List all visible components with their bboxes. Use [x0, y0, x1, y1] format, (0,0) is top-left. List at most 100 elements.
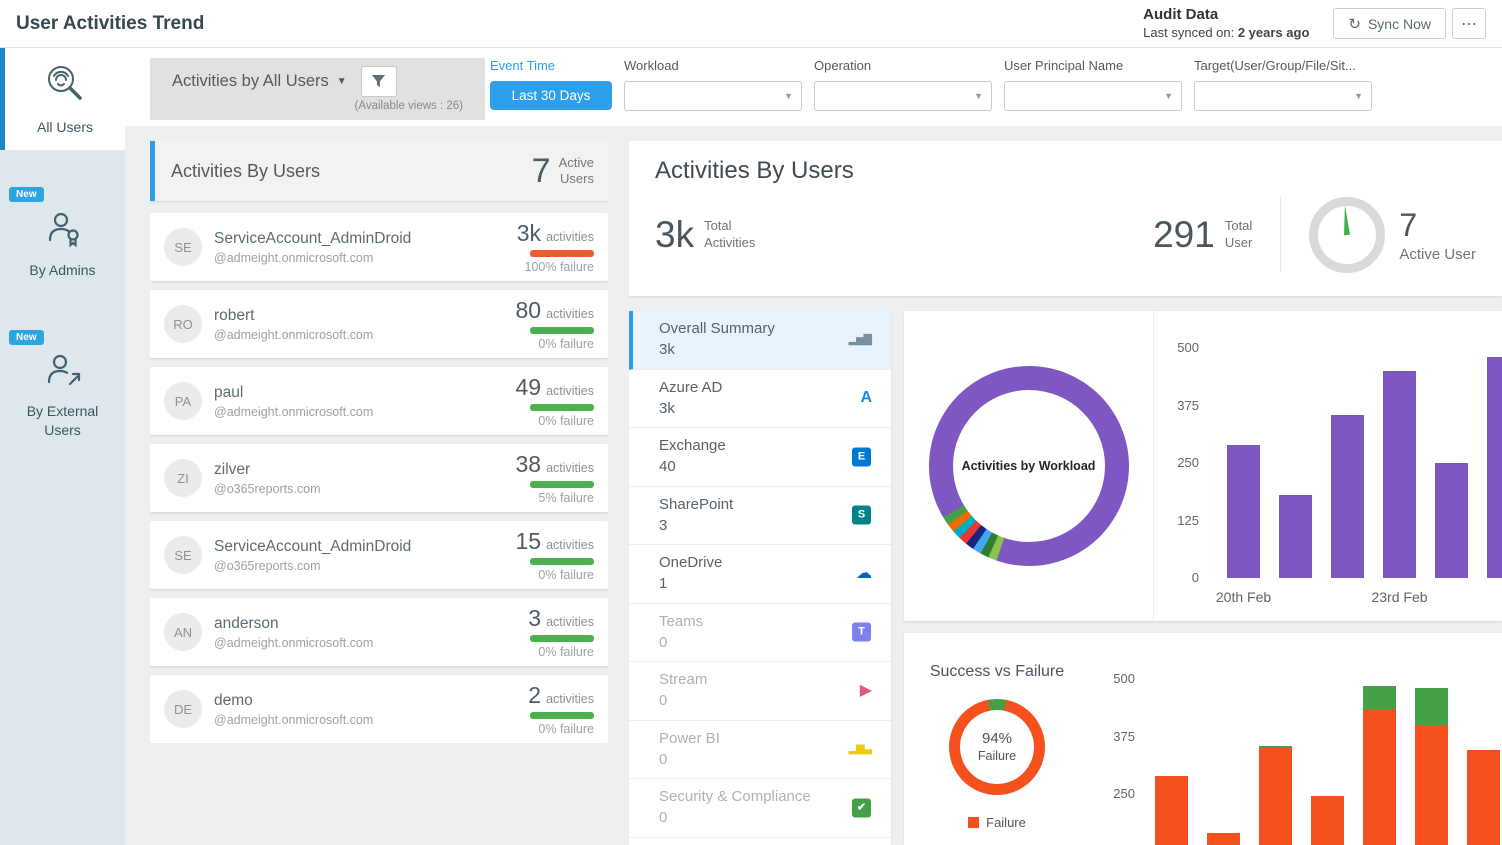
bar[interactable] [1487, 357, 1502, 578]
stream-icon: ▶ [860, 683, 871, 699]
active-user-gauge-section: 7 Active User [1280, 197, 1476, 273]
workload-item[interactable]: Stream 0 ▶ [629, 662, 891, 721]
event-time-value-button[interactable]: Last 30 Days [490, 81, 612, 110]
new-badge: New [9, 187, 44, 202]
activity-count: 49 [515, 374, 541, 401]
y-axis-tick: 0 [1154, 570, 1199, 585]
audit-data-info: Audit Data Last synced on: 2 years ago [1143, 5, 1309, 41]
workload-item[interactable]: Teams 0 T [629, 604, 891, 663]
active-users-label-top: Active [559, 155, 594, 170]
bar[interactable] [1435, 463, 1468, 578]
last-synced-text: Last synced on: 2 years ago [1143, 25, 1309, 42]
chevron-down-icon: ▼ [784, 91, 793, 101]
bar[interactable] [1331, 415, 1364, 578]
success-failure-donut[interactable]: 94% Failure [949, 699, 1045, 795]
total-user-label-bottom: User [1225, 235, 1252, 250]
y-axis: 125250375500 [1090, 679, 1135, 845]
last-synced-prefix: Last synced on: [1143, 25, 1238, 40]
bar-segment-failure[interactable] [1155, 776, 1188, 845]
activity-count: 3 [528, 605, 541, 632]
user-name: ServiceAccount_AdminDroid [214, 230, 411, 248]
workload-item[interactable]: Power BI 0 ▂▆▃ [629, 721, 891, 780]
content-body: Activities By Users 7 Active Users SE Se… [125, 126, 1502, 845]
chevron-down-icon: ▼ [337, 76, 347, 87]
user-activity-row[interactable]: DE demo @admeight.onmicrosoft.com 2 acti… [150, 675, 608, 743]
sidebar-item-by-admins[interactable]: New By Admins [0, 174, 125, 293]
failure-rate-bar [530, 712, 594, 719]
user-activity-row[interactable]: PA paul @admeight.onmicrosoft.com 49 act… [150, 367, 608, 435]
failure-legend-swatch [968, 817, 979, 828]
operation-filter-select[interactable]: ▼ [814, 81, 992, 111]
workload-item[interactable]: Exchange 40 E [629, 428, 891, 487]
panels-row: Overall Summary 3k ▂▅▇ Azure AD 3k A Exc… [629, 311, 1502, 845]
body-row: All Users New By Admins New [0, 48, 1502, 845]
view-selector-dropdown[interactable]: Activities by All Users [172, 72, 329, 91]
last-synced-value: 2 years ago [1238, 25, 1310, 40]
user-activity-row[interactable]: SE ServiceAccount_AdminDroid @o365report… [150, 521, 608, 589]
workload-donut[interactable]: Activities by Workload [929, 366, 1129, 566]
activity-count-label: activities [546, 538, 594, 552]
failure-rate-bar [530, 327, 594, 334]
bar-segment-failure[interactable] [1363, 709, 1396, 845]
bar-segment-failure[interactable] [1207, 833, 1240, 845]
total-user-label-top: Total [1225, 218, 1252, 233]
bar-segment-success[interactable] [1363, 686, 1396, 709]
user-activity-row[interactable]: AN anderson @admeight.onmicrosoft.com 3 … [150, 598, 608, 666]
bar[interactable] [1383, 371, 1416, 578]
failure-rate-label: 0% failure [538, 645, 594, 659]
bar[interactable] [1227, 445, 1260, 578]
success-vs-failure-card: Success vs Failure 94% Failure [904, 633, 1502, 845]
sync-now-button[interactable]: ↻ Sync Now [1333, 8, 1446, 39]
workload-name: Teams [659, 613, 871, 630]
app-root: User Activities Trend Audit Data Last sy… [0, 0, 1502, 845]
user-activity-row[interactable]: RO robert @admeight.onmicrosoft.com 80 a… [150, 290, 608, 358]
onedrive-icon: ☁ [856, 566, 871, 582]
failure-rate-label: 0% failure [538, 568, 594, 582]
user-email: @admeight.onmicrosoft.com [214, 405, 373, 419]
sidebar-item-by-external-users[interactable]: New By External Users [0, 317, 125, 452]
workload-name: Power BI [659, 730, 871, 747]
workload-item[interactable]: Security & Compliance 0 ✔ [629, 779, 891, 838]
workload-filter-label: Workload [624, 58, 802, 73]
filter-button[interactable] [361, 66, 397, 97]
user-principal-name-filter-select[interactable]: ▼ [1004, 81, 1182, 111]
total-activities-label: Total Activities [704, 218, 755, 252]
bar-segment-success[interactable] [1415, 688, 1448, 725]
workload-item[interactable]: Overall Summary 3k ▂▅▇ [629, 311, 891, 370]
active-user-gauge [1309, 197, 1385, 273]
more-options-button[interactable]: ⋯ [1452, 8, 1486, 39]
activity-count: 15 [515, 528, 541, 555]
bar-segment-failure[interactable] [1259, 748, 1292, 845]
workload-name: Overall Summary [659, 320, 871, 337]
bar-segment-failure[interactable] [1311, 796, 1344, 845]
user-email: @admeight.onmicrosoft.com [214, 713, 373, 727]
user-activity-row[interactable]: SE ServiceAccount_AdminDroid @admeight.o… [150, 213, 608, 281]
top-bar: User Activities Trend Audit Data Last sy… [0, 0, 1502, 48]
user-name: paul [214, 384, 373, 402]
user-activity-row[interactable]: ZI zilver @o365reports.com 38 activities… [150, 444, 608, 512]
user-panel-header: Activities By Users 7 Active Users [150, 141, 608, 201]
bar-chart-icon: ▂▅▇ [849, 334, 871, 345]
bar-segment-failure[interactable] [1415, 725, 1448, 845]
activity-count-label: activities [546, 461, 594, 475]
sidebar-item-label: All Users [19, 118, 111, 136]
active-user-label: Active User [1399, 246, 1476, 263]
total-activities-label-top: Total [704, 218, 731, 233]
y-axis-tick: 375 [1090, 729, 1135, 744]
user-name: demo [214, 692, 373, 710]
success-failure-title: Success vs Failure [930, 663, 1064, 681]
workload-filter-select[interactable]: ▼ [624, 81, 802, 111]
workload-item[interactable]: Azure AD 3k A [629, 370, 891, 429]
daily-activities-chart: 0125250375500 20th Feb23rd Feb [1154, 311, 1502, 621]
workload-item[interactable]: OneDrive 1 ☁ [629, 545, 891, 604]
user-name: ServiceAccount_AdminDroid [214, 538, 411, 556]
workload-value: 3 [659, 517, 871, 534]
bar[interactable] [1279, 495, 1312, 578]
workload-value: 0 [659, 692, 871, 709]
workload-name: Azure AD [659, 379, 871, 396]
activity-count: 38 [515, 451, 541, 478]
bar-segment-failure[interactable] [1467, 750, 1500, 845]
sidebar-item-all-users[interactable]: All Users [0, 48, 125, 150]
target-filter-select[interactable]: ▼ [1194, 81, 1372, 111]
workload-item[interactable]: SharePoint 3 S [629, 487, 891, 546]
